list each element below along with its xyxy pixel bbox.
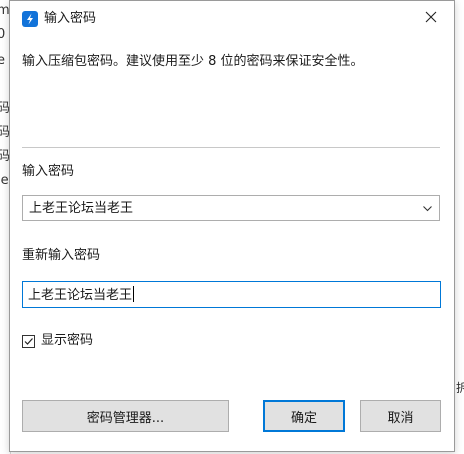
- password-dialog: 输入密码 输入压缩包密码。建议使用至少 8 位的密码来保证安全性。 输入密码 上…: [9, 0, 455, 452]
- password-combobox[interactable]: 上老王论坛当老王: [22, 195, 440, 221]
- title-bar[interactable]: 输入密码: [10, 1, 454, 37]
- checkmark-icon: [24, 337, 33, 345]
- text-caret: [133, 286, 135, 302]
- background-text: 拆: [456, 381, 464, 395]
- password-label: 输入密码: [22, 164, 75, 179]
- repeat-password-input[interactable]: 上老王论坛当老王: [22, 281, 441, 308]
- repeat-password-label: 重新输入密码: [22, 248, 101, 263]
- show-password-label: 显示密码: [41, 333, 94, 348]
- background-window-right: 拆: [456, 0, 464, 454]
- dialog-title: 输入密码: [44, 11, 97, 26]
- cancel-button[interactable]: 取消: [360, 400, 441, 432]
- repeat-password-value: 上老王论坛当老王: [28, 288, 133, 303]
- chevron-down-icon[interactable]: [422, 203, 433, 214]
- close-icon: [425, 11, 437, 27]
- password-manager-button[interactable]: 密码管理器...: [22, 400, 229, 432]
- bandizip-icon: [22, 11, 38, 27]
- dialog-description: 输入压缩包密码。建议使用至少 8 位的密码来保证安全性。: [22, 54, 364, 69]
- password-value: 上老王论坛当老王: [29, 201, 134, 216]
- show-password-row[interactable]: 显示密码: [22, 332, 93, 350]
- ok-button[interactable]: 确定: [263, 400, 345, 432]
- close-button[interactable]: [416, 5, 446, 33]
- divider: [22, 147, 440, 148]
- show-password-checkbox[interactable]: [22, 334, 35, 348]
